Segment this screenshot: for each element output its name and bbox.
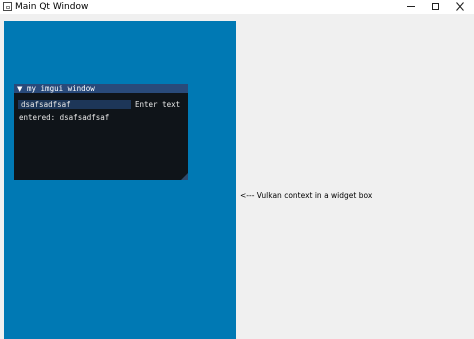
side-label: <--- Vulkan context in a widget box xyxy=(240,191,373,200)
close-button[interactable] xyxy=(446,0,474,14)
window-title: Main Qt Window xyxy=(15,2,89,12)
imgui-window-title: my imgui window xyxy=(27,84,95,93)
entered-text: entered: dsafsadfsaf xyxy=(19,113,110,122)
window-icon xyxy=(3,2,12,11)
imgui-title-bar[interactable]: ▼ my imgui window xyxy=(14,84,188,93)
close-icon xyxy=(456,2,464,11)
minimize-icon xyxy=(407,6,415,7)
input-label: Enter text xyxy=(135,100,181,109)
text-input[interactable]: dsafsadfsaf xyxy=(18,100,131,109)
maximize-icon xyxy=(432,3,439,10)
collapse-triangle-icon[interactable]: ▼ xyxy=(17,85,22,93)
vulkan-widget[interactable] xyxy=(4,21,236,339)
title-bar: Main Qt Window xyxy=(0,0,474,14)
resize-grip[interactable] xyxy=(181,173,188,180)
imgui-window[interactable]: ▼ my imgui window dsafsadfsaf Enter text… xyxy=(14,84,188,180)
